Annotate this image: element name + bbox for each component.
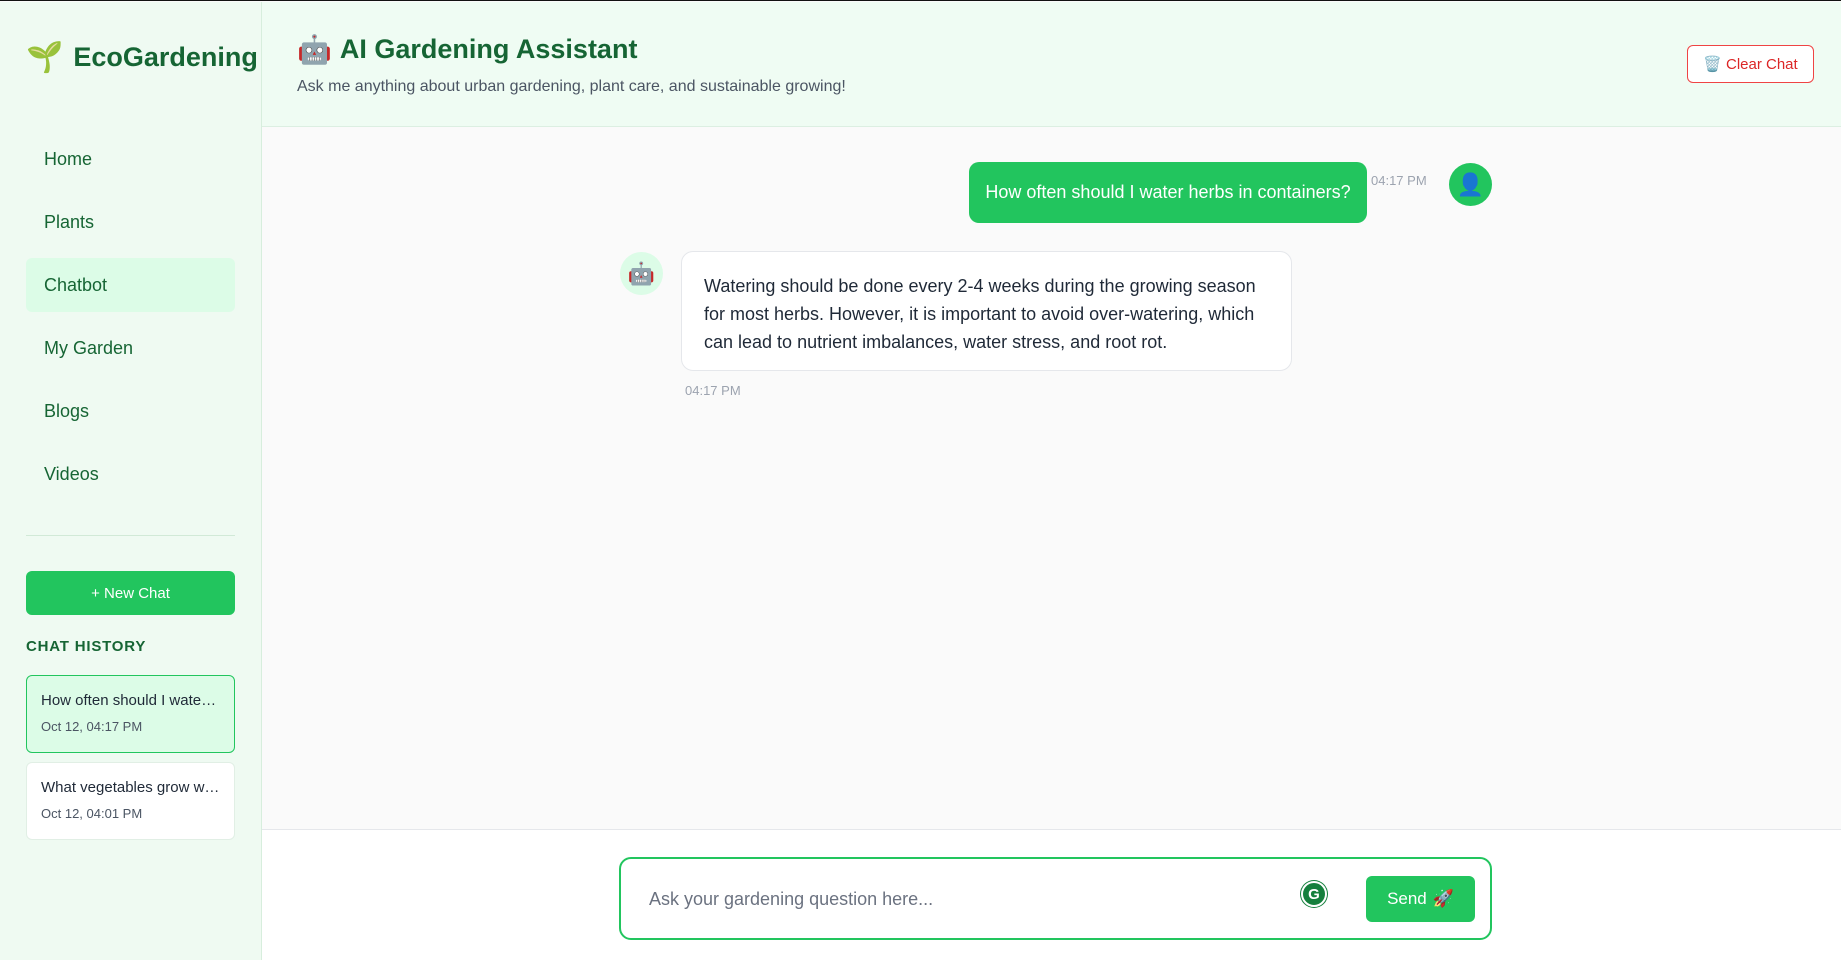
nav-item-blogs[interactable]: Blogs xyxy=(26,384,235,438)
grammarly-icon[interactable]: G xyxy=(1301,881,1327,907)
send-button[interactable]: Send 🚀 xyxy=(1366,876,1475,922)
main-nav: Home Plants Chatbot My Garden Blogs Vide… xyxy=(26,132,235,510)
nav-item-videos[interactable]: Videos xyxy=(26,447,235,501)
brand-name: EcoGardening xyxy=(73,42,258,72)
robot-icon: 🤖 xyxy=(627,260,656,286)
user-message-time: 04:17 PM xyxy=(1371,173,1427,188)
clear-chat-label: Clear Chat xyxy=(1725,55,1798,73)
page-subtitle: Ask me anything about urban gardening, p… xyxy=(297,78,846,95)
chat-messages: How often should I water herbs in contai… xyxy=(262,127,1841,829)
rocket-icon: 🚀 xyxy=(1432,889,1454,908)
chat-input-box: G Send 🚀 xyxy=(619,857,1492,940)
chat-history-question: What vegetables grow well in small space… xyxy=(41,779,220,796)
nav-item-home[interactable]: Home xyxy=(26,132,235,186)
brand-logo[interactable]: 🌱 EcoGardening xyxy=(26,42,258,73)
robot-icon: 🤖 xyxy=(297,33,332,65)
chat-history-item[interactable]: How often should I water herbs in contai… xyxy=(26,675,235,753)
new-chat-button[interactable]: + New Chat xyxy=(26,571,235,615)
send-label: Send xyxy=(1387,889,1427,908)
chat-history-question: How often should I water herbs in contai… xyxy=(41,692,220,709)
bot-avatar: 🤖 xyxy=(620,252,663,295)
nav-item-plants[interactable]: Plants xyxy=(26,195,235,249)
sidebar-divider xyxy=(26,535,235,536)
chat-history-item[interactable]: What vegetables grow well in small space… xyxy=(26,762,235,840)
user-icon: 👤 xyxy=(1456,171,1485,197)
seedling-icon: 🌱 xyxy=(26,40,64,74)
nav-item-my-garden[interactable]: My Garden xyxy=(26,321,235,375)
trash-icon: 🗑️ xyxy=(1703,56,1722,73)
chat-history-list: How often should I water herbs in contai… xyxy=(26,675,235,849)
chat-history-heading: CHAT HISTORY xyxy=(26,638,147,655)
clear-chat-button[interactable]: 🗑️ Clear Chat xyxy=(1687,45,1814,83)
chat-header: 🤖 AI Gardening Assistant Ask me anything… xyxy=(262,2,1841,127)
chat-input[interactable] xyxy=(649,879,1289,919)
user-message-bubble: How often should I water herbs in contai… xyxy=(969,162,1367,223)
nav-item-chatbot[interactable]: Chatbot xyxy=(26,258,235,312)
message-composer: G Send 🚀 xyxy=(262,829,1841,960)
user-avatar: 👤 xyxy=(1449,163,1492,206)
page-title-text: AI Gardening Assistant xyxy=(339,34,638,64)
chat-history-date: Oct 12, 04:01 PM xyxy=(41,806,143,821)
chat-history-date: Oct 12, 04:17 PM xyxy=(41,719,143,734)
page-title: 🤖 AI Gardening Assistant xyxy=(297,34,637,65)
bot-message-time: 04:17 PM xyxy=(685,383,741,398)
bot-message-bubble: Watering should be done every 2-4 weeks … xyxy=(681,251,1292,371)
sidebar: 🌱 EcoGardening Home Plants Chatbot My Ga… xyxy=(0,2,262,960)
